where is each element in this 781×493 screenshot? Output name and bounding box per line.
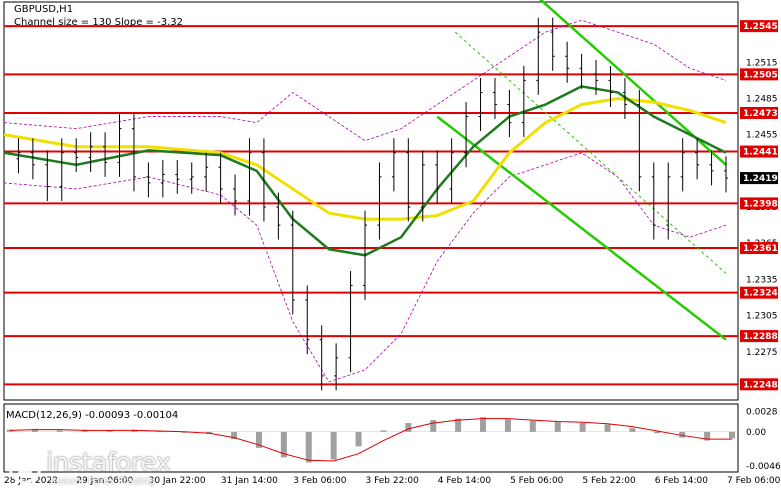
macd-hist-bar [554, 421, 561, 432]
y-tick-label: 1.2485 [746, 94, 778, 104]
macd-hist-bar [405, 423, 412, 432]
instaforex-logo-icon [8, 450, 42, 484]
y-tick-label: 1.2335 [746, 275, 778, 285]
level-label: 1.2398 [743, 199, 778, 209]
y-tick-label: 1.2515 [746, 58, 778, 68]
level-label: 1.2545 [743, 22, 778, 32]
watermark: instaforex Instant Forex Trading [6, 448, 206, 488]
x-tick-label: 4 Feb 14:00 [438, 476, 492, 486]
macd-hist-bar [654, 431, 661, 434]
level-label: 1.2248 [743, 380, 778, 390]
macd-hist-bar [579, 423, 586, 432]
level-label: 1.2324 [743, 289, 778, 299]
main-plot-frame [3, 1, 739, 401]
channel-info-label: Channel size = 130 Slope = -3.32 [14, 17, 183, 28]
level-label: 1.2441 [743, 148, 778, 158]
macd-hist-bar [56, 430, 63, 432]
macd-hist-bar [529, 420, 536, 432]
x-tick-label: 6 Feb 14:00 [655, 476, 709, 486]
current-price-label: 1.2419 [743, 174, 778, 184]
macd-hist-bar [629, 428, 636, 432]
x-tick-label: 5 Feb 22:00 [582, 476, 636, 486]
level-label: 1.2288 [743, 332, 778, 342]
macd-hist-bar [604, 424, 611, 432]
y-tick-label: 1.2455 [746, 131, 778, 141]
level-label: 1.2505 [743, 70, 778, 80]
x-tick-label: 3 Feb 22:00 [365, 476, 419, 486]
macd-hist-bar [504, 419, 511, 432]
macd-label: MACD(12,26,9) -0.00093 -0.00104 [6, 410, 179, 421]
macd-hist-bar [355, 431, 362, 447]
x-tick-label: 3 Feb 06:00 [293, 476, 347, 486]
x-tick-label: 5 Feb 06:00 [510, 476, 564, 486]
x-tick-label: 7 Feb 06:00 [727, 476, 781, 486]
macd-y-tick-label: 0.00 [746, 428, 766, 438]
macd-hist-bar [330, 431, 337, 460]
macd-hist-bar [305, 431, 312, 463]
watermark-brand: instaforex [46, 448, 171, 478]
macd-hist-bar [480, 417, 487, 432]
macd-y-tick-label: -0.00469 [746, 462, 781, 472]
watermark-tagline: Instant Forex Trading [50, 476, 156, 487]
y-tick-label: 1.2275 [746, 348, 778, 358]
y-tick-label: 1.2305 [746, 312, 778, 322]
macd-hist-bar [380, 430, 387, 432]
macd-hist-bar [430, 420, 437, 432]
macd-y-tick-label: 0.0028 [746, 407, 778, 417]
x-tick-label: 31 Jan 14:00 [221, 476, 278, 486]
symbol-label: GBPUSD,H1 [14, 4, 74, 15]
level-label: 1.2361 [743, 244, 778, 254]
level-label: 1.2473 [743, 109, 778, 119]
macd-hist-bar [729, 431, 735, 439]
